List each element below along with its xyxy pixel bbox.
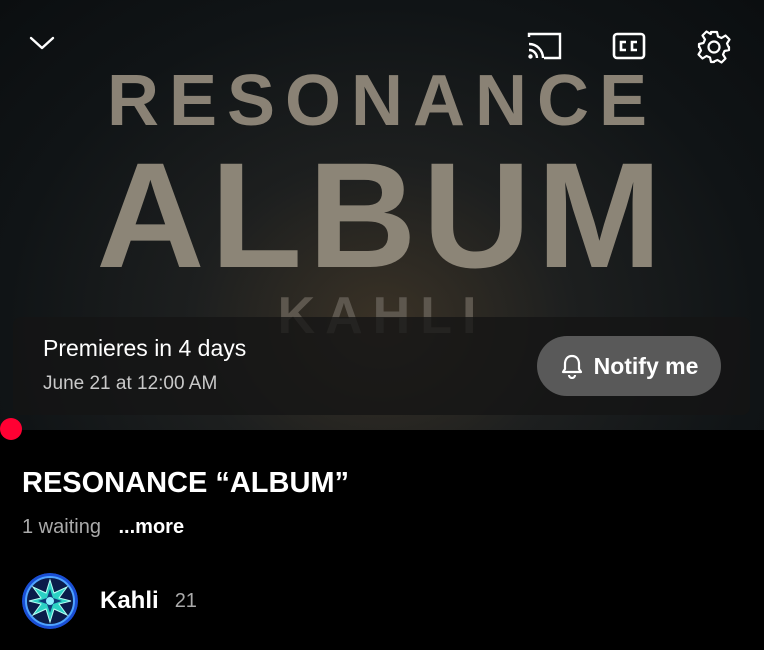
minimize-button[interactable] — [22, 26, 62, 60]
closed-captions-icon — [612, 32, 646, 60]
video-player[interactable]: RESONANCE ALBUM KAHLI Premieres in 4 day… — [0, 0, 764, 430]
settings-gear-icon — [697, 30, 731, 64]
notify-me-button[interactable]: Notify me — [537, 336, 721, 396]
captions-button[interactable] — [608, 28, 650, 64]
more-description-link[interactable]: ...more — [119, 516, 185, 538]
cast-icon — [527, 32, 562, 60]
premiere-date: June 21 at 12:00 AM — [43, 373, 218, 394]
channel-avatar[interactable] — [22, 573, 78, 629]
video-title: RESONANCE “ALBUM” — [22, 467, 350, 499]
video-meta-row: 1 waiting ...more — [22, 516, 184, 539]
thumbnail-art-title: RESONANCE — [106, 61, 658, 141]
waiting-count: 1 waiting — [22, 516, 101, 538]
settings-button[interactable] — [693, 26, 735, 68]
cast-button[interactable] — [522, 28, 566, 64]
bell-icon — [561, 354, 582, 379]
premiere-info-card: Premieres in 4 days June 21 at 12:00 AM … — [13, 317, 750, 415]
thumbnail-art-subtitle: ALBUM — [96, 131, 668, 299]
channel-row[interactable]: Kahli 21 — [22, 572, 197, 630]
notify-me-label: Notify me — [593, 352, 699, 379]
subscriber-count: 21 — [174, 589, 197, 612]
premiere-countdown: Premieres in 4 days — [43, 335, 247, 361]
channel-name[interactable]: Kahli — [100, 587, 159, 615]
chevron-down-icon — [29, 36, 55, 50]
progress-scrubber-handle[interactable] — [0, 418, 22, 440]
channel-logo-icon — [22, 573, 78, 629]
